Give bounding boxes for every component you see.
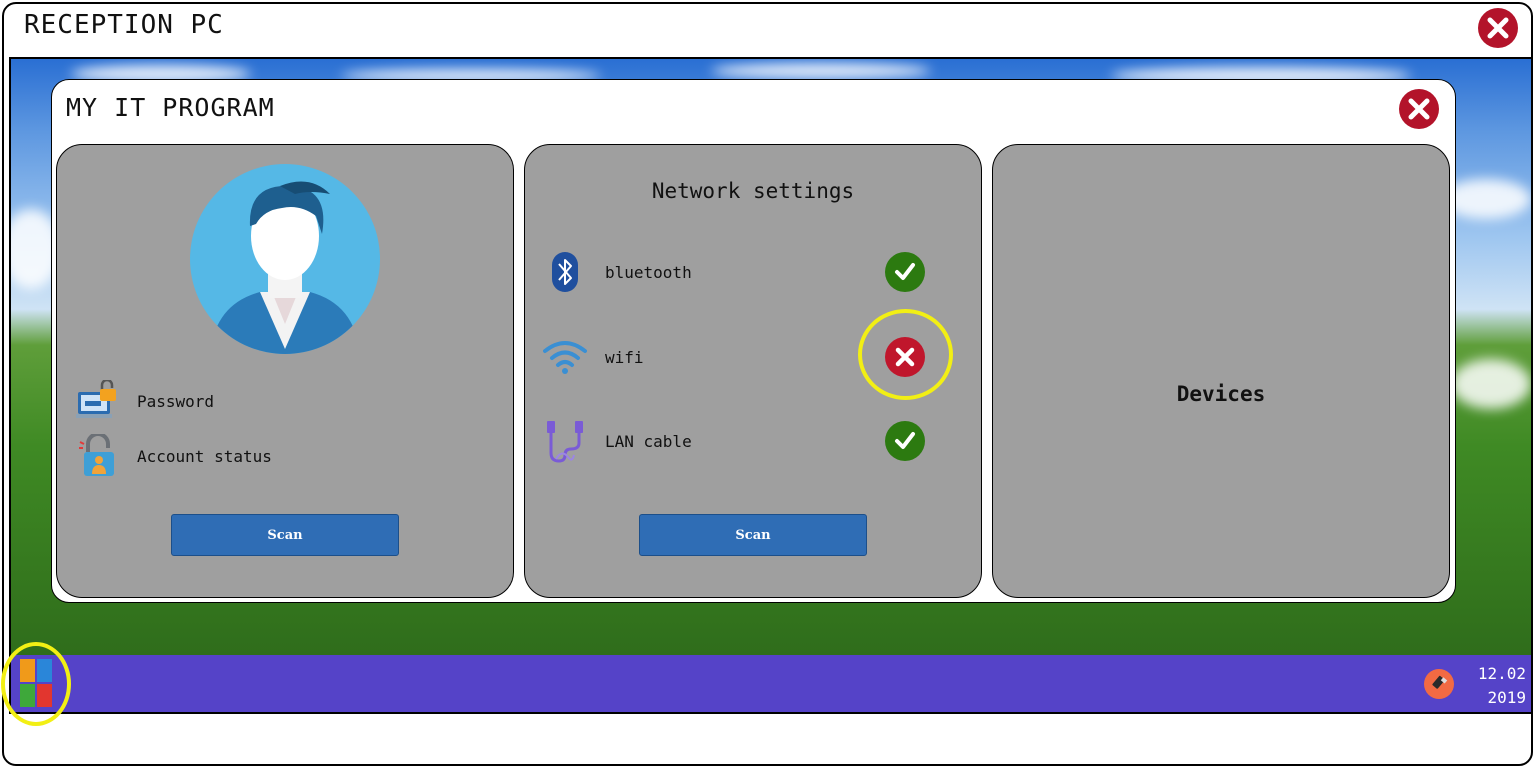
devices-title: Devices: [1176, 382, 1266, 406]
user-avatar-icon: [190, 164, 380, 354]
checkmark-icon: [895, 432, 915, 449]
usb-tray-button[interactable]: [1424, 669, 1454, 699]
bluetooth-status-ok[interactable]: [885, 252, 925, 292]
laptop-lock-icon: [76, 380, 116, 418]
lan-cable-status-ok[interactable]: [885, 421, 925, 461]
close-icon: [1478, 8, 1518, 48]
network-scan-button[interactable]: Scan: [639, 514, 867, 556]
start-button[interactable]: [20, 659, 52, 707]
checkmark-icon: [895, 263, 915, 280]
usb-icon: [1432, 675, 1448, 689]
user-lock-icon: [79, 434, 114, 476]
outer-close-button[interactable]: [1477, 7, 1519, 49]
clock-line-2: 2019: [1487, 688, 1526, 707]
start-menu-icon: [20, 659, 35, 682]
app-close-button[interactable]: [1398, 88, 1440, 130]
wifi-status-error[interactable]: [885, 337, 925, 377]
lan-cable-icon: [547, 421, 583, 463]
bluetooth-label: bluetooth: [605, 263, 692, 282]
network-settings-title: Network settings: [651, 179, 855, 203]
outer-window-title: RECEPTION PC: [24, 10, 224, 40]
password-label: Password: [137, 392, 215, 411]
wifi-label: wifi: [605, 348, 644, 367]
devices-panel: [992, 144, 1450, 598]
account-status-label: Account status: [137, 447, 272, 466]
taskbar-clock: 12.02 2019: [1470, 662, 1526, 710]
clock-line-1: 12.02: [1477, 664, 1526, 683]
account-scan-button[interactable]: Scan: [171, 514, 399, 556]
app-window-title: MY IT PROGRAM: [66, 93, 275, 122]
wifi-icon: [543, 341, 587, 374]
close-icon: [895, 347, 915, 367]
taskbar: [9, 655, 1533, 714]
bluetooth-icon: [552, 252, 578, 292]
close-icon: [1399, 89, 1439, 129]
lan-cable-label: LAN cable: [605, 432, 692, 451]
